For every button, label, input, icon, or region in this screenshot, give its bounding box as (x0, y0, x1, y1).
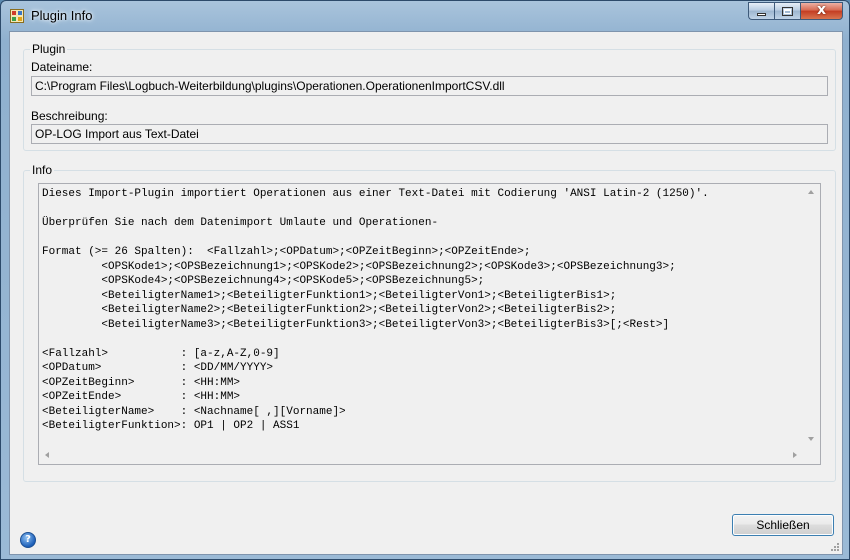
scrollbar-corner (803, 447, 820, 464)
close-button[interactable]: Schließen (732, 514, 834, 536)
scroll-left-icon[interactable] (45, 452, 49, 458)
info-text: Dieses Import-Plugin importiert Operatio… (42, 188, 709, 432)
info-textarea[interactable]: Dieses Import-Plugin importiert Operatio… (38, 183, 821, 465)
window-title: Plugin Info (31, 8, 93, 23)
info-group-title: Info (30, 163, 55, 177)
plugin-app-icon (10, 9, 24, 23)
scroll-right-icon[interactable] (793, 452, 797, 458)
vertical-scrollbar[interactable] (803, 184, 820, 447)
plugin-group-title: Plugin (30, 42, 68, 56)
help-icon[interactable]: ? (20, 532, 36, 548)
description-label: Beschreibung: (31, 109, 108, 123)
close-icon: x (816, 2, 827, 18)
plugin-groupbox: Plugin Dateiname: C:\Program Files\Logbu… (23, 42, 836, 151)
description-field[interactable]: OP-LOG Import aus Text-Datei (31, 124, 828, 144)
caption-buttons: x (748, 2, 843, 20)
dialog-client-area: Plugin Dateiname: C:\Program Files\Logbu… (9, 31, 843, 555)
title-bar[interactable]: Plugin Info x (1, 1, 849, 31)
scroll-down-icon[interactable] (808, 437, 814, 441)
resize-grip-icon[interactable] (830, 542, 840, 552)
minimize-icon (757, 13, 766, 16)
info-groupbox: Info Dieses Import-Plugin importiert Ope… (23, 163, 836, 482)
plugin-info-window: Plugin Info x Plugin Dateiname: C:\Progr… (0, 0, 850, 560)
minimize-button[interactable] (748, 2, 774, 20)
maximize-icon (782, 7, 793, 16)
scroll-up-icon[interactable] (808, 190, 814, 194)
filename-field[interactable]: C:\Program Files\Logbuch-Weiterbildung\p… (31, 76, 828, 96)
filename-label: Dateiname: (31, 60, 93, 74)
close-window-button[interactable]: x (800, 2, 843, 20)
maximize-button[interactable] (774, 2, 800, 20)
horizontal-scrollbar[interactable] (39, 447, 803, 464)
